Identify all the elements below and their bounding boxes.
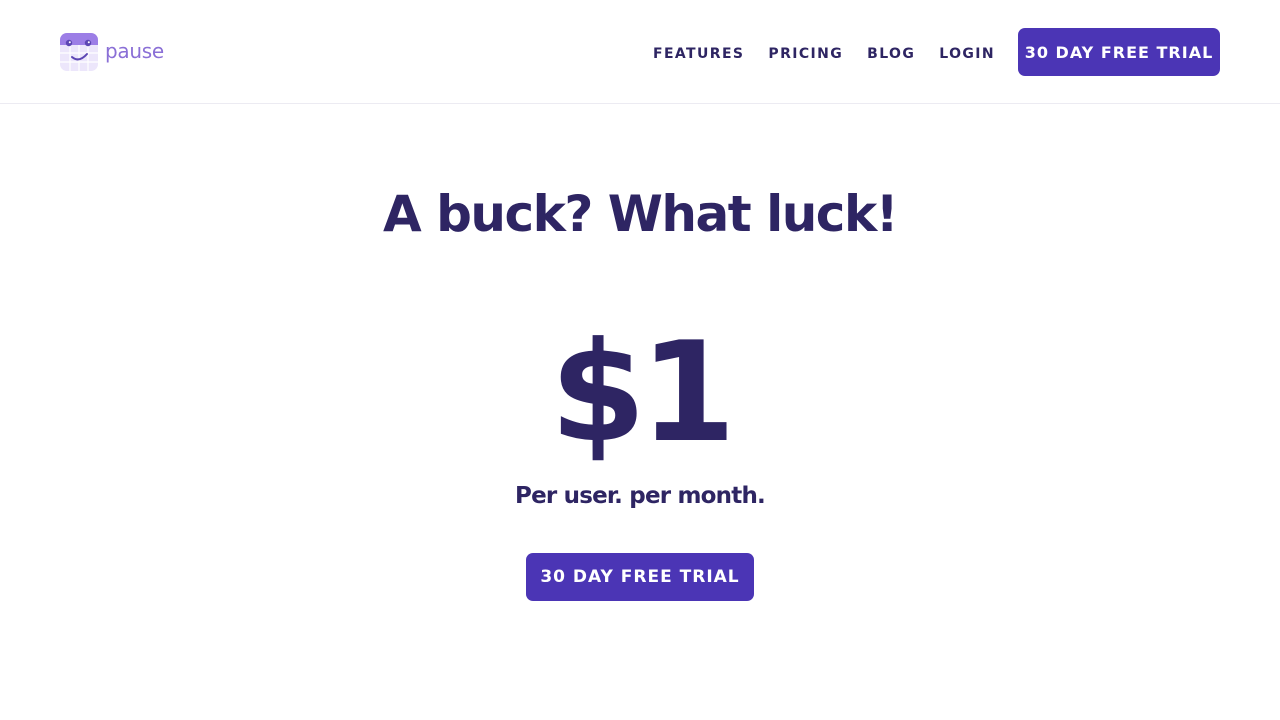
price-amount: $1 bbox=[549, 312, 736, 473]
main-nav: FEATURES PRICING BLOG LOGIN 30 DAY FREE … bbox=[653, 28, 1220, 76]
hero-free-trial-button[interactable]: 30 DAY FREE TRIAL bbox=[526, 553, 754, 601]
brand-name: pause bbox=[105, 39, 164, 63]
hero-title: A buck? What luck! bbox=[382, 185, 899, 243]
nav-pricing-link[interactable]: PRICING bbox=[768, 46, 843, 62]
nav-login-link[interactable]: LOGIN bbox=[939, 46, 995, 62]
nav-features-link[interactable]: FEATURES bbox=[653, 46, 744, 62]
nav-blog-link[interactable]: BLOG bbox=[867, 46, 915, 62]
header-free-trial-button[interactable]: 30 DAY FREE TRIAL bbox=[1018, 28, 1220, 76]
site-header: pause FEATURES PRICING BLOG LOGIN 30 DAY… bbox=[0, 0, 1280, 104]
calendar-face-icon bbox=[60, 33, 98, 71]
brand-logo[interactable]: pause bbox=[60, 33, 164, 71]
price-caption: Per user. per month. bbox=[515, 483, 766, 509]
